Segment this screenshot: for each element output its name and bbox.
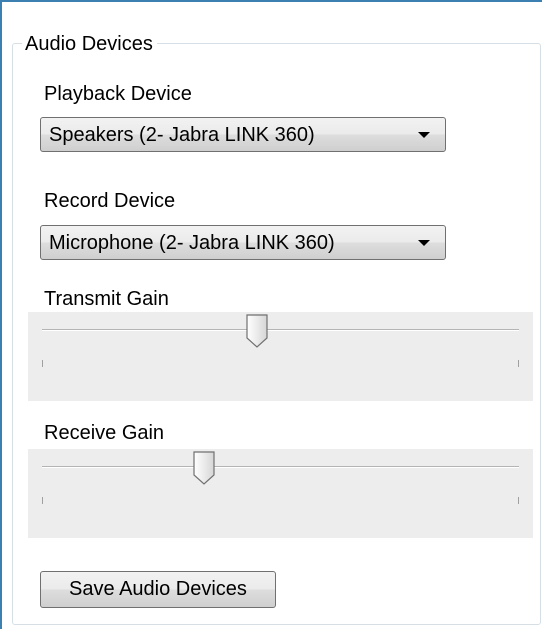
- save-audio-devices-button[interactable]: Save Audio Devices: [40, 571, 276, 608]
- slider-track: [42, 466, 519, 468]
- chevron-down-icon: [418, 240, 430, 246]
- transmit-gain-slider[interactable]: [28, 312, 533, 401]
- slider-tick-min: [42, 360, 43, 367]
- slider-tick-max: [518, 360, 519, 367]
- receive-gain-slider[interactable]: [28, 449, 533, 538]
- slider-thumb[interactable]: [246, 314, 268, 348]
- record-device-value: Microphone (2- Jabra LINK 360): [49, 232, 335, 254]
- group-title: Audio Devices: [22, 32, 157, 56]
- record-device-dropdown[interactable]: Microphone (2- Jabra LINK 360): [40, 225, 446, 260]
- record-device-label: Record Device: [44, 190, 176, 212]
- slider-thumb[interactable]: [193, 451, 215, 485]
- playback-device-label: Playback Device: [44, 83, 192, 105]
- playback-device-dropdown[interactable]: Speakers (2- Jabra LINK 360): [40, 117, 446, 152]
- playback-device-value: Speakers (2- Jabra LINK 360): [49, 124, 315, 146]
- chevron-down-icon: [418, 132, 430, 138]
- transmit-gain-label: Transmit Gain: [44, 288, 169, 310]
- receive-gain-label: Receive Gain: [44, 422, 165, 444]
- slider-tick-min: [42, 497, 43, 504]
- audio-settings-window: Audio Devices Playback Device Speakers (…: [0, 0, 542, 629]
- slider-track: [42, 329, 519, 331]
- slider-tick-max: [518, 497, 519, 504]
